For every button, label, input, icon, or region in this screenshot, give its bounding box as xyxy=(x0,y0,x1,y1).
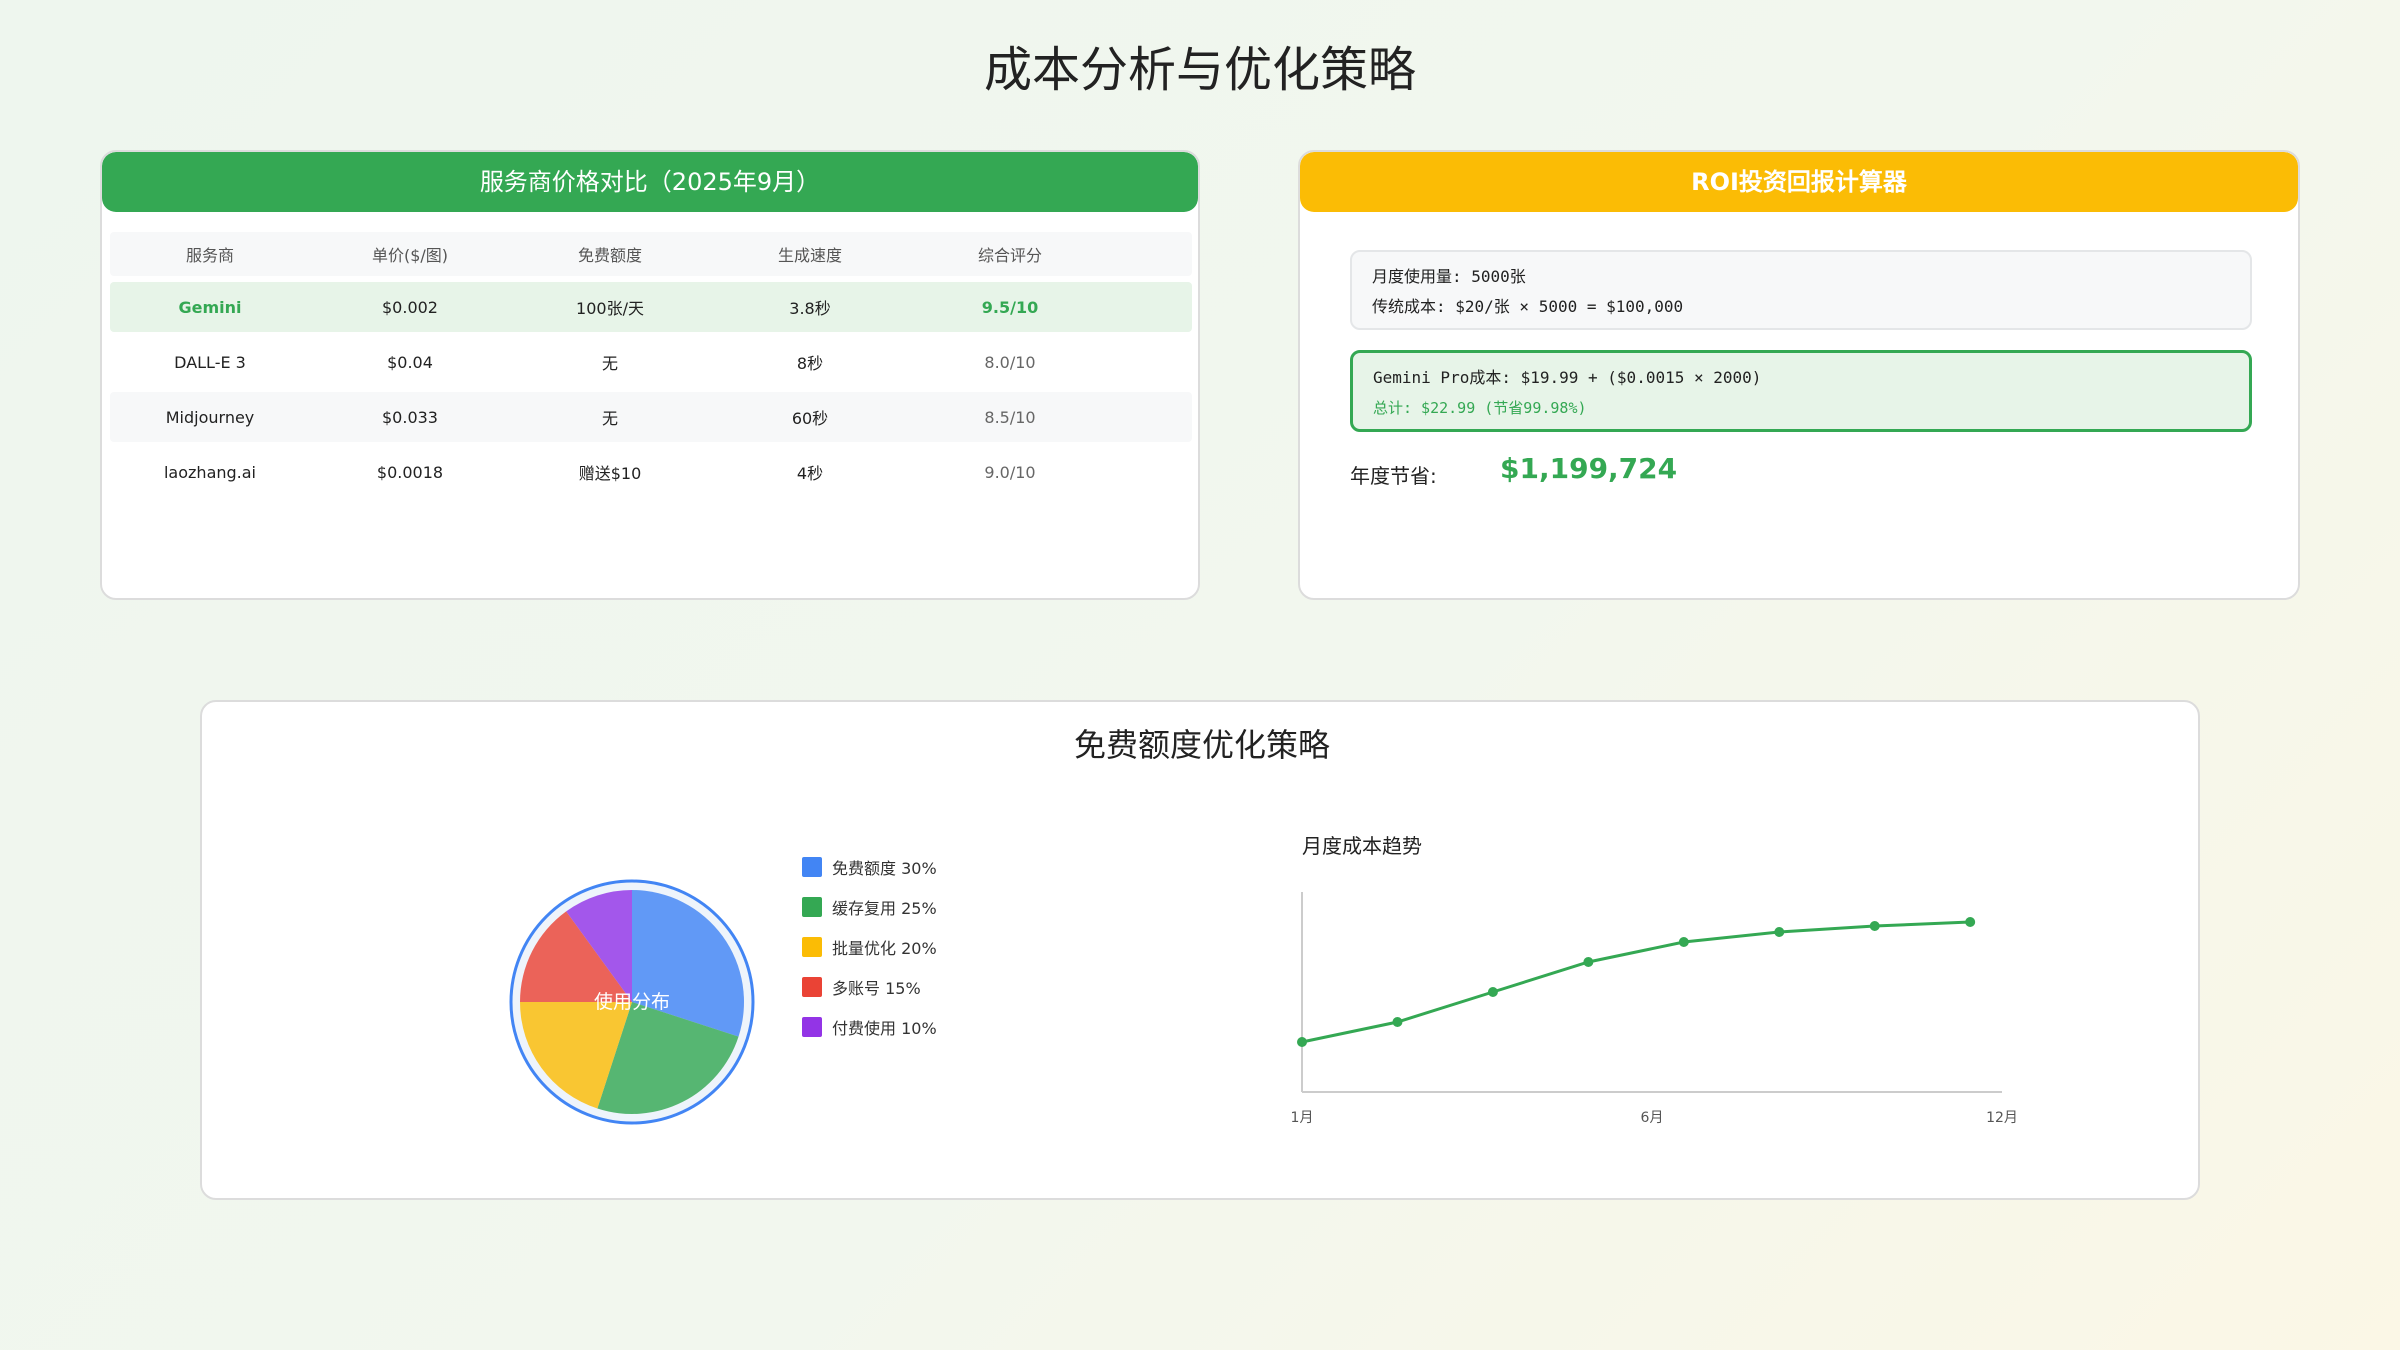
pie-center-label: 使用分布 xyxy=(594,991,670,1013)
price-table: 服务商 单价($/图) 免费额度 生成速度 综合评分 Gemini $0.002… xyxy=(110,232,1192,502)
traditional-cost-text: 传统成本: $20/张 × 5000 = $100,000 xyxy=(1372,297,1684,316)
line-point xyxy=(1583,957,1594,967)
series-line xyxy=(1301,920,1971,1044)
table-row: laozhang.ai $0.0018 赠送$10 4秒 9.0/10 xyxy=(110,447,1192,497)
strategy-title: 免费额度优化策略 xyxy=(1073,726,1330,764)
table-cell: 赠送$10 xyxy=(578,464,642,483)
traditional-cost-box: 月度使用量: 5000张 传统成本: $20/张 × 5000 = $100,0… xyxy=(1350,250,2252,330)
legend-item: 免费额度 30% xyxy=(802,847,937,887)
usage-pie-chart: 使用分布 xyxy=(509,879,755,1125)
pie-legend: 免费额度 30% 缓存复用 25% 批量优化 20% 多账号 15% 付费使用 10% xyxy=(802,847,937,1047)
table-cell: Midjourney xyxy=(165,407,255,427)
table-row: Midjourney $0.033 无 60秒 8.5/10 xyxy=(110,392,1192,442)
x-tick-label: 1月 xyxy=(1291,1110,1314,1126)
table-cell: 无 xyxy=(601,409,618,428)
table-cell: 100张/天 xyxy=(576,299,644,318)
table-cell: 8秒 xyxy=(796,354,824,373)
annual-savings-label: 年度节省: xyxy=(1350,464,1437,488)
table-header-row: 服务商 单价($/图) 免费额度 生成速度 综合评分 xyxy=(110,232,1192,276)
legend-swatch xyxy=(802,937,822,957)
column-header: 综合评分 xyxy=(977,246,1042,265)
legend-swatch xyxy=(802,857,822,877)
table-cell: 8.5/10 xyxy=(984,407,1036,427)
column-header: 生成速度 xyxy=(777,246,842,265)
legend-item: 多账号 15% xyxy=(802,967,937,1007)
legend-label: 缓存复用 25% xyxy=(832,899,937,918)
line-point xyxy=(1965,917,1976,927)
line-chart-title: 月度成本趋势 xyxy=(1302,834,1422,858)
legend-label: 付费使用 10% xyxy=(832,1019,937,1038)
table-cell: Gemini xyxy=(178,297,242,317)
table-cell: $0.033 xyxy=(382,407,438,427)
table-cell: laozhang.ai xyxy=(163,462,256,482)
x-tick-label: 6月 xyxy=(1641,1110,1664,1126)
table-row: Gemini $0.002 100张/天 3.8秒 9.5/10 xyxy=(110,282,1192,332)
price-card-header: 服务商价格对比（2025年9月） xyxy=(102,152,1198,212)
x-tick-label: 12月 xyxy=(1986,1110,2018,1126)
table-cell: 60秒 xyxy=(791,409,829,428)
line-point xyxy=(1869,921,1880,931)
table-cell: 8.0/10 xyxy=(984,352,1036,372)
gemini-cost-box: Gemini Pro成本: $19.99 + ($0.0015 × 2000) … xyxy=(1350,350,2252,432)
column-header: 单价($/图) xyxy=(371,246,449,265)
price-comparison-card: 服务商价格对比（2025年9月） 服务商 单价($/图) 免费额度 生成速度 综… xyxy=(100,150,1200,600)
monthly-cost-line-chart: 1月 6月 12月 xyxy=(1291,892,2018,1126)
legend-label: 批量优化 20% xyxy=(832,939,937,958)
legend-item: 缓存复用 25% xyxy=(802,887,937,927)
legend-swatch xyxy=(802,897,822,917)
annual-savings-value: $1,199,724 xyxy=(1500,452,1678,485)
line-point xyxy=(1774,927,1785,937)
line-point xyxy=(1297,1037,1307,1047)
table-cell: 9.5/10 xyxy=(981,297,1039,317)
line-point xyxy=(1392,1017,1403,1027)
column-header: 免费额度 xyxy=(577,246,642,265)
legend-swatch xyxy=(802,1017,822,1037)
legend-label: 多账号 15% xyxy=(832,979,921,998)
table-row: DALL-E 3 $0.04 无 8秒 8.0/10 xyxy=(110,337,1192,387)
table-cell: DALL-E 3 xyxy=(174,352,246,372)
total-cost-text: 总计: $22.99 (节省99.98%) xyxy=(1373,399,1587,417)
table-cell: $0.0018 xyxy=(376,462,444,482)
table-cell: 无 xyxy=(601,354,618,373)
roi-card-header: ROI投资回报计算器 xyxy=(1300,152,2298,212)
line-point xyxy=(1678,937,1689,947)
legend-item: 批量优化 20% xyxy=(802,927,937,967)
legend-swatch xyxy=(802,977,822,997)
line-point xyxy=(1487,987,1498,997)
table-cell: $0.002 xyxy=(382,297,438,317)
table-cell: 4秒 xyxy=(796,464,824,483)
legend-item: 付费使用 10% xyxy=(802,1007,937,1047)
gemini-cost-text: Gemini Pro成本: $19.99 + ($0.0015 × 2000) xyxy=(1373,368,1762,387)
page-title: 成本分析与优化策略 xyxy=(983,42,1416,98)
table-cell: $0.04 xyxy=(387,352,433,372)
roi-calculator-card: ROI投资回报计算器 月度使用量: 5000张 传统成本: $20/张 × 50… xyxy=(1298,150,2300,600)
strategy-card: 免费额度优化策略 使用分布 免费额度 30% 缓存复用 25% 批量优化 20% 多账… xyxy=(200,700,2200,1200)
table-cell: 3.8秒 xyxy=(789,299,831,318)
legend-label: 免费额度 30% xyxy=(832,859,937,878)
monthly-usage-text: 月度使用量: 5000张 xyxy=(1372,267,1526,286)
table-cell: 9.0/10 xyxy=(984,462,1036,482)
column-header: 服务商 xyxy=(185,246,234,265)
